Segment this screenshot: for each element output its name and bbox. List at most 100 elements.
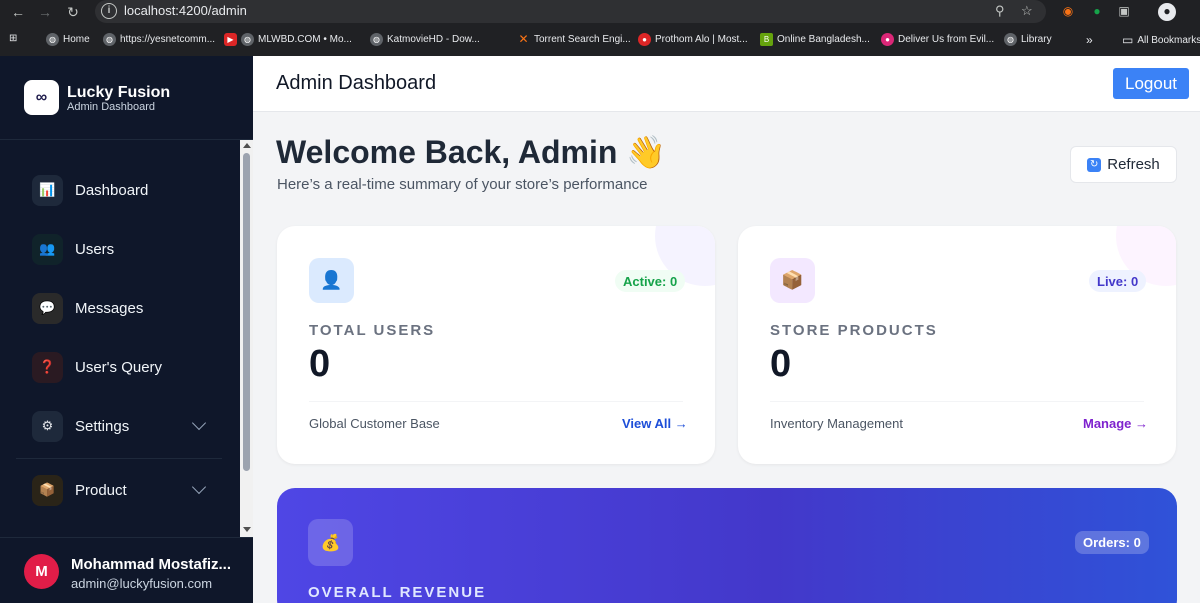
sidebar-item-users-query[interactable]: ❓ User's Query <box>16 343 222 391</box>
page-title: Admin Dashboard <box>276 72 437 94</box>
profile-email: admin@luckyfusion.com <box>71 576 213 591</box>
bookmark-deliver-us[interactable]: ● Deliver Us from Evil... <box>881 33 994 46</box>
youtube-icon: ▶ <box>224 33 237 46</box>
bookmark-library[interactable]: ◍ Library <box>1004 33 1052 46</box>
sidebar-item-product[interactable]: 📦 Product <box>16 466 222 514</box>
chart-icon: 📊 <box>32 174 63 206</box>
sidebar-item-settings[interactable]: ⚙ Settings <box>16 402 222 450</box>
user-profile[interactable]: M Mohammad Mostafiz... admin@luckyfusion… <box>0 537 253 603</box>
sidebar: ∞ Lucky Fusion Admin Dashboard 📊 Dashboa… <box>0 56 253 603</box>
chevron-down-icon <box>191 479 207 495</box>
sidebar-scrollbar[interactable] <box>240 140 253 537</box>
welcome-subtitle: Here’s a real-time summary of your store… <box>277 176 648 193</box>
card-value: 0 <box>770 343 792 385</box>
sidebar-menu: 📊 Dashboard 👥 Users 💬 Messages ❓ User's … <box>0 140 253 537</box>
sidebar-item-label: Dashboard <box>75 181 149 199</box>
box-icon: 📦 <box>32 474 63 506</box>
sidebar-item-users[interactable]: 👥 Users <box>16 225 222 273</box>
welcome-heading: Welcome Back, Admin 👋 <box>276 134 667 170</box>
address-bar[interactable]: i localhost:4200/admin ⚲ ☆ <box>95 0 1046 23</box>
message-icon: 💬 <box>32 292 63 324</box>
overall-revenue-card: 💰 Orders: 0 OVERALL REVENUE <box>277 488 1177 603</box>
address-row: ← → ↻ i localhost:4200/admin ⚲ ☆ ◉ ● ▣ ● <box>0 0 1200 25</box>
bookmarks-bar: ⊞ ◍ Home ◍ https://yesnetcomm... ▶ ◍ MLWBD.C… <box>0 27 1200 54</box>
bookmark-katmovie[interactable]: ◍ KatmovieHD - Dow... <box>370 33 480 46</box>
card-caption: Inventory Management <box>770 416 903 431</box>
site-info-icon[interactable]: i <box>101 3 117 19</box>
logout-button[interactable]: Logout <box>1113 68 1189 99</box>
back-icon[interactable]: ← <box>8 2 28 22</box>
sidebar-item-messages[interactable]: 💬 Messages <box>16 284 222 332</box>
view-all-link[interactable]: View All → <box>622 416 688 431</box>
bangladesh-icon: B <box>760 33 773 46</box>
more-bookmarks-icon[interactable]: » <box>1086 33 1093 47</box>
globe-icon: ◍ <box>241 33 254 46</box>
brand: ∞ Lucky Fusion Admin Dashboard <box>0 56 253 140</box>
bookmark-yesnet[interactable]: ◍ https://yesnetcomm... <box>103 33 215 46</box>
forward-icon[interactable]: → <box>35 2 55 22</box>
card-divider <box>309 401 683 402</box>
x-icon: ✕ <box>518 32 529 46</box>
gear-icon: ⚙ <box>32 410 63 442</box>
refresh-label: Refresh <box>1107 156 1160 173</box>
card-label: TOTAL USERS <box>309 322 436 339</box>
globe-icon: ◍ <box>103 33 116 46</box>
extensions-puzzle-icon[interactable]: ▣ <box>1116 3 1132 19</box>
bookmark-mlwbd[interactable]: ▶ ◍ MLWBD.COM • Mo... <box>224 33 352 46</box>
all-bookmarks[interactable]: ▭ All Bookmarks <box>1122 33 1200 47</box>
store-products-card: 📦 Live: 0 STORE PRODUCTS 0 Inventory Man… <box>738 226 1176 464</box>
refresh-button[interactable]: ↻ Refresh <box>1070 146 1177 183</box>
sidebar-item-label: Settings <box>75 417 130 435</box>
user-icon: 👤 <box>309 258 354 303</box>
bookmark-prothom-alo[interactable]: ● Prothom Alo | Most... <box>638 33 748 46</box>
extension-leaf-icon[interactable]: ● <box>1089 3 1105 19</box>
extension-cookie-icon[interactable]: ◉ <box>1060 3 1076 19</box>
card-value: 0 <box>309 343 331 385</box>
money-bag-icon: 💰 <box>308 519 353 566</box>
live-badge: Live: 0 <box>1089 270 1147 292</box>
sidebar-item-dashboard[interactable]: 📊 Dashboard <box>16 166 222 214</box>
scroll-up-icon[interactable] <box>243 143 251 148</box>
sidebar-item-label: Users <box>75 240 115 258</box>
sidebar-item-label: Messages <box>75 299 144 317</box>
profile-name: Mohammad Mostafiz... <box>71 556 232 573</box>
browser-chrome: ← → ↻ i localhost:4200/admin ⚲ ☆ ◉ ● ▣ ●… <box>0 0 1200 56</box>
refresh-icon: ↻ <box>1087 157 1102 172</box>
total-users-card: 👤 Active: 0 TOTAL USERS 0 Global Custome… <box>277 226 715 464</box>
avatar: M <box>24 554 59 589</box>
scroll-thumb[interactable] <box>243 153 250 471</box>
active-badge: Active: 0 <box>615 270 686 292</box>
box-icon: 📦 <box>770 258 815 303</box>
card-caption: Global Customer Base <box>309 416 440 431</box>
profile-icon[interactable]: ● <box>1158 3 1176 21</box>
top-bar: Admin Dashboard Logout <box>253 56 1200 112</box>
prothom-alo-icon: ● <box>638 33 651 46</box>
address-url[interactable]: localhost:4200/admin <box>124 3 247 18</box>
brand-logo[interactable]: ∞ <box>24 80 59 115</box>
card-divider <box>770 401 1144 402</box>
brand-name: Lucky Fusion <box>67 84 171 101</box>
sidebar-item-label: User's Query <box>75 358 163 376</box>
brand-subtitle: Admin Dashboard <box>67 101 156 113</box>
bookmark-torrent-search[interactable]: ✕ Torrent Search Engi... <box>517 32 630 46</box>
card-label: OVERALL REVENUE <box>308 584 487 601</box>
manage-link[interactable]: Manage → <box>1083 416 1148 431</box>
orders-badge: Orders: 0 <box>1075 531 1149 554</box>
chevron-down-icon <box>191 415 207 431</box>
star-icon[interactable]: ☆ <box>1021 3 1033 19</box>
bookmark-online-bangladesh[interactable]: B Online Bangladesh... <box>760 33 870 46</box>
globe-icon: ◍ <box>46 33 59 46</box>
globe-icon: ◍ <box>370 33 383 46</box>
globe-icon: ◍ <box>1004 33 1017 46</box>
bookmark-home[interactable]: ◍ Home <box>46 33 90 46</box>
apps-grid-icon[interactable]: ⊞ <box>9 33 17 44</box>
users-icon: 👥 <box>32 233 63 265</box>
scroll-down-icon[interactable] <box>243 527 251 532</box>
question-icon: ❓ <box>32 351 63 383</box>
folder-icon: ▭ <box>1122 33 1134 47</box>
sidebar-divider <box>16 458 222 459</box>
sidebar-item-label: Product <box>75 481 127 499</box>
zoom-icon[interactable]: ⚲ <box>995 3 1005 19</box>
reload-icon[interactable]: ↻ <box>63 2 83 22</box>
card-label: STORE PRODUCTS <box>770 322 938 339</box>
